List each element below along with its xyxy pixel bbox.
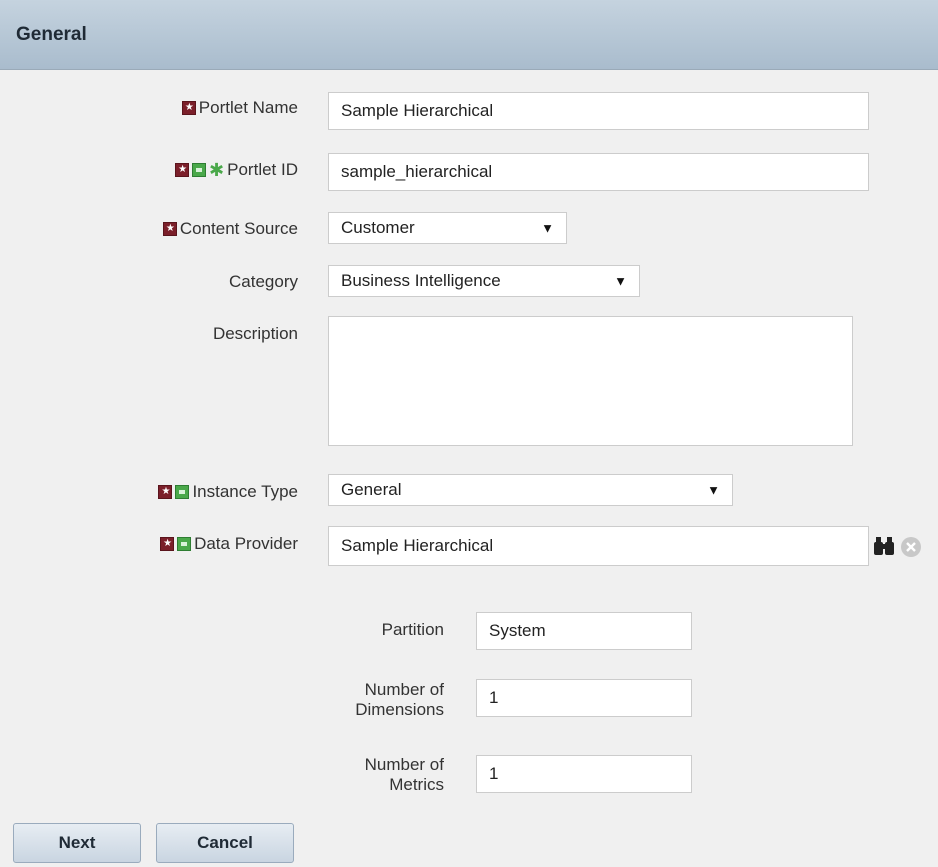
instance-type-select[interactable]: General ▼ (328, 474, 733, 506)
num-metrics-input[interactable]: 1 (476, 755, 692, 793)
green-square-icon (192, 163, 207, 177)
next-button[interactable]: Next (13, 823, 141, 863)
partition-input[interactable]: System (476, 612, 692, 650)
instance-type-value: General (341, 480, 402, 499)
num-metrics-label-line1: Number of (364, 755, 444, 774)
dropdown-arrow-icon: ▼ (541, 220, 554, 236)
data-provider-label-group: Data Provider (80, 534, 298, 554)
binoculars-icon[interactable] (873, 536, 895, 556)
content-source-label: Content Source (179, 219, 298, 238)
instance-type-label: Instance Type (192, 482, 298, 501)
portlet-id-label-group: ✱ Portlet ID (80, 160, 298, 180)
description-label: Description (212, 324, 298, 343)
content-source-value: Customer (341, 218, 415, 237)
cancel-button[interactable]: Cancel (156, 823, 294, 863)
required-star-icon (158, 485, 173, 499)
section-header: General (0, 0, 938, 70)
green-square-icon (177, 537, 192, 551)
portlet-name-input[interactable]: Sample Hierarchical (328, 92, 869, 130)
data-provider-label: Data Provider (194, 534, 298, 553)
content-source-label-group: Content Source (80, 219, 298, 239)
category-value: Business Intelligence (341, 271, 501, 290)
required-star-icon (181, 101, 196, 115)
category-label: Category (229, 272, 298, 291)
green-square-icon (175, 485, 190, 499)
instance-type-label-group: Instance Type (80, 482, 298, 502)
portlet-id-input[interactable]: sample_hierarchical (328, 153, 869, 191)
description-label-group: Description (80, 324, 298, 344)
clear-circle-icon[interactable] (900, 536, 922, 558)
portlet-name-label-group: Portlet Name (80, 98, 298, 118)
num-dimensions-input[interactable]: 1 (476, 679, 692, 717)
num-dimensions-label-line1: Number of (364, 680, 444, 699)
portlet-id-label: Portlet ID (227, 160, 298, 179)
num-dimensions-label-line2: Dimensions (355, 700, 444, 719)
portlet-name-label: Portlet Name (198, 98, 298, 117)
num-metrics-label: Number of Metrics (300, 755, 444, 795)
data-provider-input[interactable]: Sample Hierarchical (328, 526, 869, 566)
dropdown-arrow-icon: ▼ (707, 482, 720, 498)
num-dimensions-label: Number of Dimensions (300, 680, 444, 720)
partition-label: Partition (381, 620, 444, 639)
section-title: General (16, 24, 87, 45)
required-star-icon (175, 163, 190, 177)
asterisk-icon: ✱ (209, 160, 225, 180)
content-source-select[interactable]: Customer ▼ (328, 212, 567, 244)
category-select[interactable]: Business Intelligence ▼ (328, 265, 640, 297)
category-label-group: Category (80, 272, 298, 292)
num-metrics-label-line2: Metrics (389, 775, 444, 794)
required-star-icon (160, 537, 175, 551)
dropdown-arrow-icon: ▼ (614, 273, 627, 289)
required-star-icon (162, 222, 177, 236)
description-textarea[interactable] (328, 316, 853, 446)
